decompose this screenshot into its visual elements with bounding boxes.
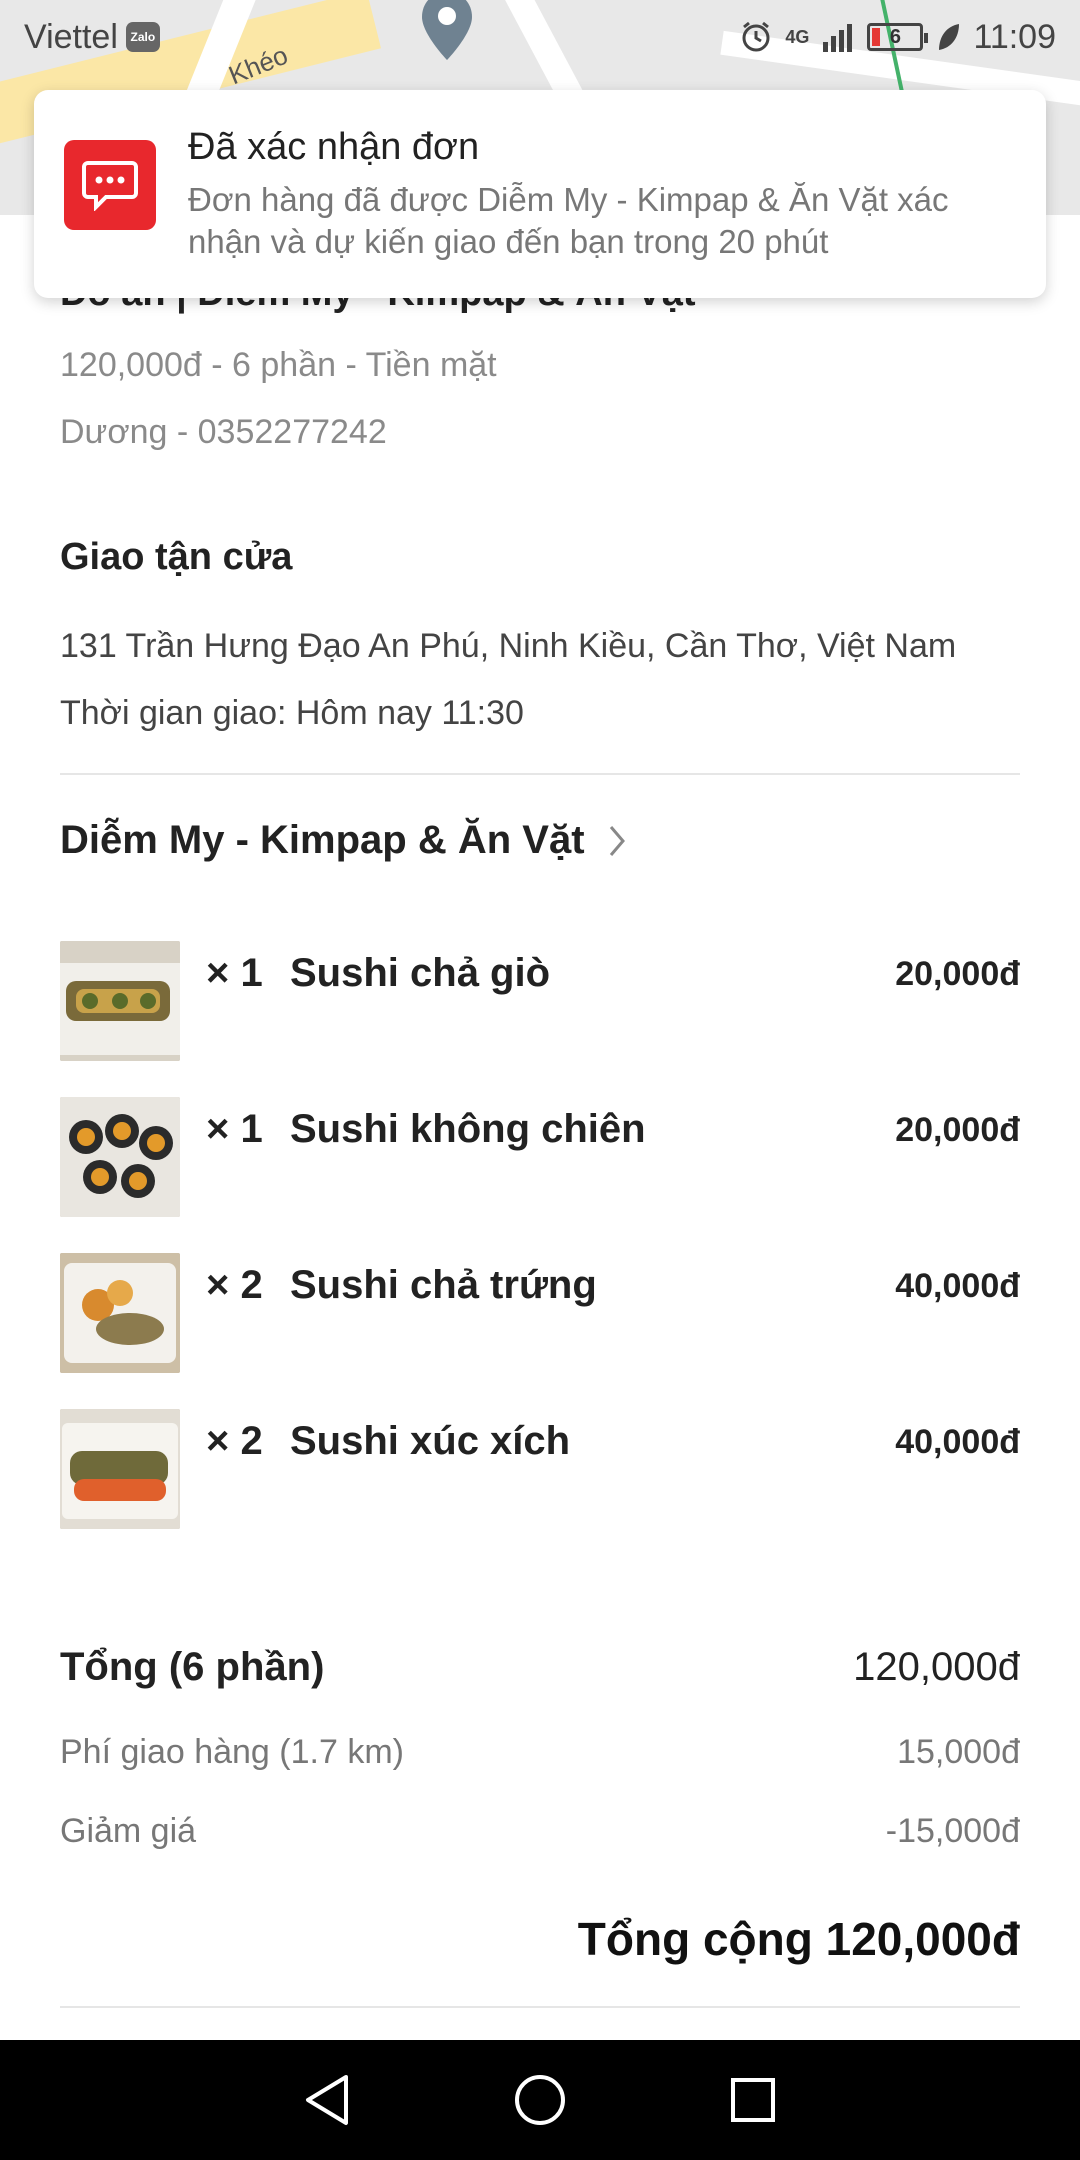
shipping-label: Phí giao hàng (1.7 km): [60, 1733, 404, 1771]
delivery-title: Giao tận cửa: [60, 536, 293, 578]
battery-icon: 6: [867, 23, 929, 51]
signal-icon: [823, 24, 853, 52]
order-summary-line: 120,000đ - 6 phần - Tiền mặt: [60, 346, 497, 384]
restaurant-name: Diễm My - Kimpap & Ăn Vặt: [60, 818, 585, 862]
customer-line: Dương - 0352277242: [60, 413, 387, 451]
delivery-address: 131 Trần Hưng Đạo An Phú, Ninh Kiều, Cần…: [60, 627, 957, 665]
order-confirmed-notification[interactable]: Đã xác nhận đơn Đơn hàng đã được Diễm My…: [34, 90, 1046, 298]
item-quantity: × 2: [206, 1419, 263, 1463]
item-price: 20,000đ: [895, 955, 1020, 993]
order-item: × 1 Sushi không chiên 20,000đ: [60, 1097, 1020, 1217]
restaurant-link[interactable]: Diễm My - Kimpap & Ăn Vặt: [60, 818, 627, 863]
chat-bubble-icon: [64, 140, 156, 230]
item-quantity: × 1: [206, 951, 263, 995]
notification-body: Đơn hàng đã được Diễm My - Kimpap & Ăn V…: [188, 181, 949, 260]
carrier-name: Viettel: [24, 17, 118, 56]
alarm-icon: [742, 21, 770, 52]
leaf-icon: [939, 24, 960, 50]
shipping-row: Phí giao hàng (1.7 km) 15,000đ: [60, 1733, 1020, 1772]
grand-total: Tổng cộng 120,000đ: [577, 1913, 1020, 1965]
order-item: × 2 Sushi chả trứng 40,000đ: [60, 1253, 1020, 1373]
discount-value: -15,000đ: [885, 1812, 1020, 1850]
back-triangle-icon[interactable]: [287, 2060, 367, 2140]
clock-time: 11:09: [973, 17, 1056, 56]
order-item: × 1 Sushi chả giò 20,000đ: [60, 941, 1020, 1061]
food-thumbnail: [60, 1097, 180, 1217]
notification-title: Đã xác nhận đơn: [188, 126, 480, 168]
subtotal-row: Tổng (6 phần) 120,000đ: [60, 1645, 1020, 1690]
delivery-time: Thời gian giao: Hôm nay 11:30: [60, 694, 524, 732]
item-quantity: × 2: [206, 1263, 263, 1307]
order-item: × 2 Sushi xúc xích 40,000đ: [60, 1409, 1020, 1529]
zalo-icon: Zalo: [125, 22, 160, 52]
item-price: 20,000đ: [895, 1111, 1020, 1149]
network-type: 4G: [785, 26, 810, 47]
item-name: Sushi chả trứng: [290, 1263, 597, 1307]
divider: [60, 2006, 1020, 2008]
subtotal-value: 120,000đ: [853, 1645, 1020, 1689]
food-thumbnail: [60, 941, 180, 1061]
item-name: Sushi xúc xích: [290, 1419, 571, 1463]
discount-row: Giảm giá -15,000đ: [60, 1812, 1020, 1851]
item-name: Sushi chả giò: [290, 951, 551, 995]
status-bar: Viettel Zalo 4G 6 11:09: [0, 0, 1080, 74]
food-thumbnail: [60, 1409, 180, 1529]
item-quantity: × 1: [206, 1107, 263, 1151]
chevron-right-icon: [609, 825, 625, 856]
discount-label: Giảm giá: [60, 1812, 197, 1850]
recents-square-icon[interactable]: [713, 2060, 793, 2140]
item-price: 40,000đ: [895, 1423, 1020, 1461]
food-thumbnail: [60, 1253, 180, 1373]
system-nav-bar: [0, 2040, 1080, 2160]
divider: [60, 773, 1020, 775]
battery-level: 6: [889, 25, 901, 48]
home-circle-icon[interactable]: [500, 2060, 580, 2140]
item-price: 40,000đ: [895, 1267, 1020, 1305]
shipping-value: 15,000đ: [897, 1733, 1020, 1771]
item-name: Sushi không chiên: [290, 1107, 646, 1151]
subtotal-label: Tổng (6 phần): [60, 1645, 325, 1689]
